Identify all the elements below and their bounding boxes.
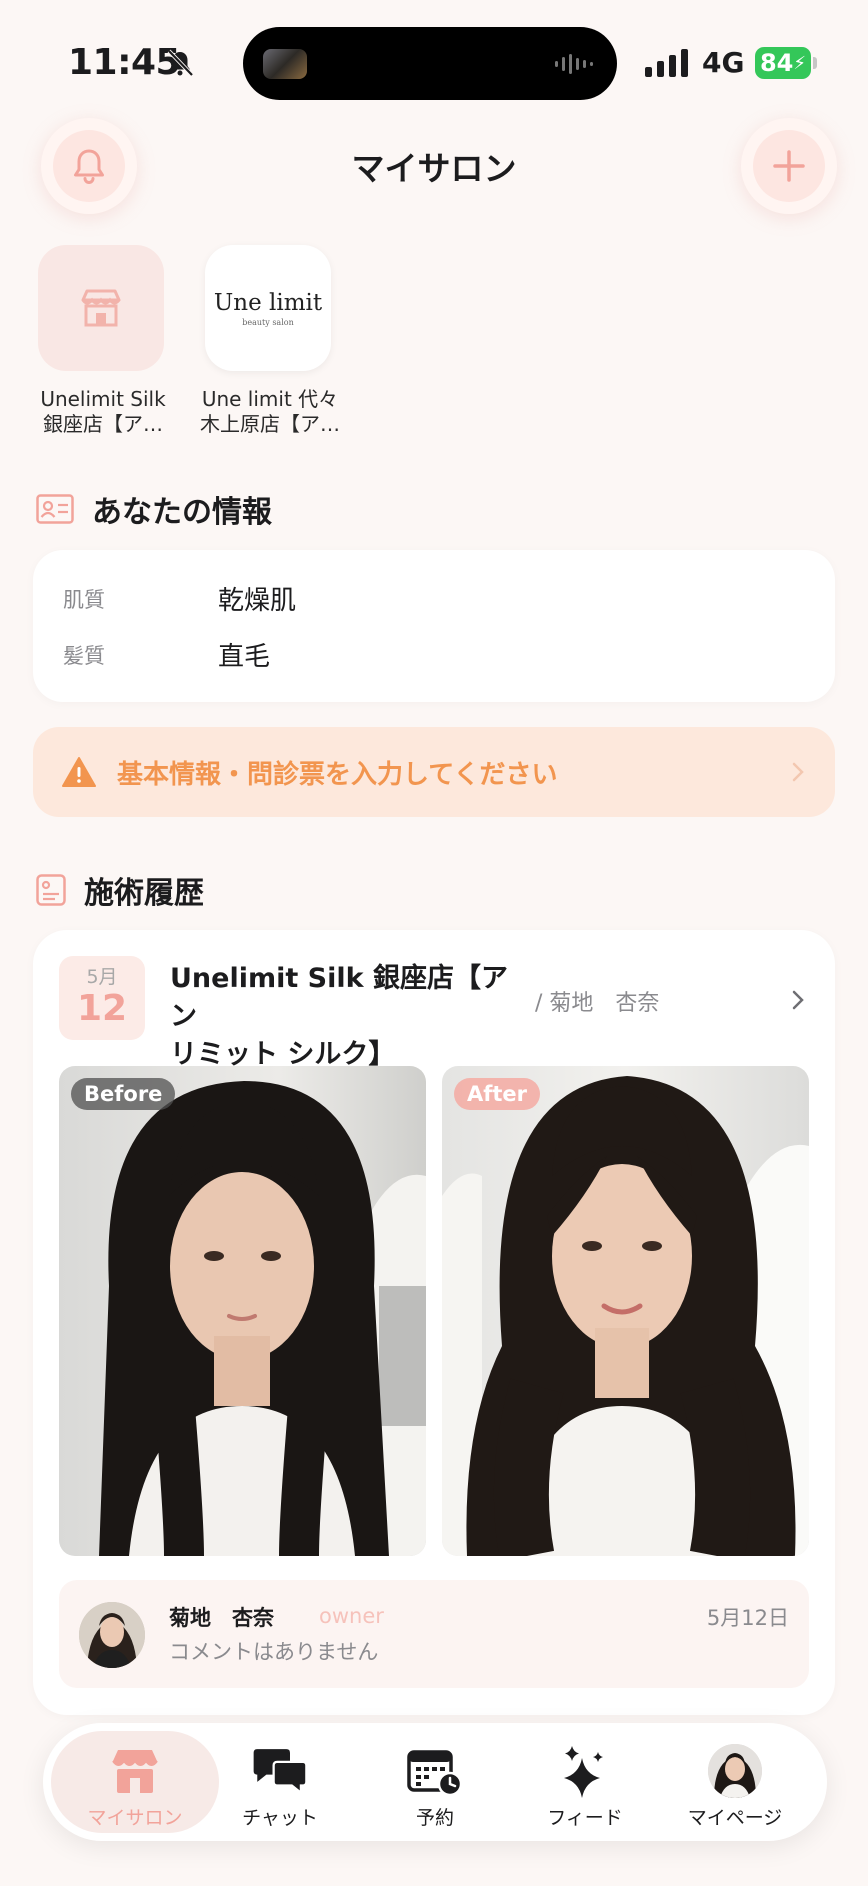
avatar	[708, 1744, 762, 1798]
salon-shortcut-unelimit-silk[interactable]: Unelimit Silk 銀座店【ア…	[28, 245, 178, 437]
store-icon	[81, 289, 121, 327]
dynamic-island	[243, 27, 617, 100]
before-photo-image	[59, 1066, 426, 1556]
section-title: 施術履歴	[84, 876, 204, 911]
tab-feed[interactable]: フィード	[501, 1731, 669, 1833]
skin-type-row: 肌質 乾燥肌	[63, 586, 297, 616]
comment-text: コメントはありません	[169, 1640, 379, 1664]
before-photo[interactable]: Before	[59, 1066, 426, 1556]
comment-author-role: owner	[319, 1604, 384, 1628]
sparkles-icon	[564, 1746, 603, 1798]
tab-my-page[interactable]: マイページ	[651, 1731, 819, 1833]
avatar	[79, 1602, 145, 1668]
status-time: 11:45	[68, 42, 181, 83]
bell-slash-icon	[167, 49, 194, 77]
chevron-right-icon	[792, 762, 804, 782]
profile-section-header: あなたの情報	[36, 487, 272, 531]
after-label: After	[454, 1078, 541, 1110]
chevron-right-icon	[792, 990, 804, 1010]
plus-icon	[773, 150, 805, 182]
comment-date: 5月12日	[706, 1606, 789, 1630]
signal-icon	[645, 49, 688, 77]
comment-author: 菊地 杏奈	[169, 1606, 274, 1630]
history-icon	[36, 874, 66, 906]
history-section-header: 施術履歴	[36, 868, 204, 912]
battery-level: 84	[759, 49, 794, 77]
id-card-icon	[36, 494, 74, 524]
profile-info-card[interactable]: 肌質 乾燥肌 髪質 直毛	[33, 550, 835, 702]
after-photo[interactable]: After	[442, 1066, 809, 1556]
network-type: 4G	[702, 46, 745, 79]
chat-bubbles-icon	[253, 1749, 308, 1796]
salon-placeholder-tile	[38, 245, 164, 371]
bottom-tab-bar: マイサロン チャット 予約 フィード マイページ	[43, 1723, 827, 1841]
store-icon	[112, 1750, 158, 1793]
audio-wave-icon	[555, 54, 593, 74]
after-photo-image	[442, 1066, 809, 1556]
now-playing-thumbnail	[263, 49, 307, 79]
add-salon-button[interactable]	[741, 118, 837, 214]
alert-text: 基本情報・問診票を入力してください	[117, 759, 558, 790]
questionnaire-alert[interactable]: 基本情報・問診票を入力してください	[33, 727, 835, 817]
treatment-history-card[interactable]: 5月 12 Unelimit Silk 銀座店【アン リミット シルク】 / 菊…	[33, 930, 835, 1715]
tab-chat[interactable]: チャット	[196, 1731, 364, 1833]
before-label: Before	[71, 1078, 176, 1110]
visit-date-badge: 5月 12	[59, 956, 145, 1040]
status-bar: 11:45 4G 84 ⚡	[0, 0, 868, 120]
staff-comment: 菊地 杏奈 owner 5月12日 コメントはありません	[59, 1580, 809, 1688]
battery-charging-icon: 84 ⚡	[755, 47, 817, 79]
salon-shortcut-une-limit-yoyogi[interactable]: Une limit beauty salon Une limit 代々 木上原店…	[195, 245, 345, 437]
section-title: あなたの情報	[92, 495, 272, 530]
salon-logo: Une limit beauty salon	[205, 245, 331, 371]
hair-type-row: 髪質 直毛	[63, 642, 271, 672]
tab-reservation[interactable]: 予約	[351, 1731, 519, 1833]
page-title: マイサロン	[351, 149, 517, 188]
visit-salon-name: Unelimit Silk 銀座店【アン リミット シルク】	[170, 963, 508, 1070]
tab-my-salon[interactable]: マイサロン	[51, 1731, 219, 1833]
warning-icon	[62, 757, 96, 787]
visit-staff: / 菊地 杏奈	[535, 991, 660, 1016]
salon-name: Une limit 代々 木上原店【ア…	[200, 387, 340, 436]
calendar-clock-icon	[407, 1750, 463, 1796]
salon-name: Unelimit Silk 銀座店【ア…	[40, 387, 166, 436]
